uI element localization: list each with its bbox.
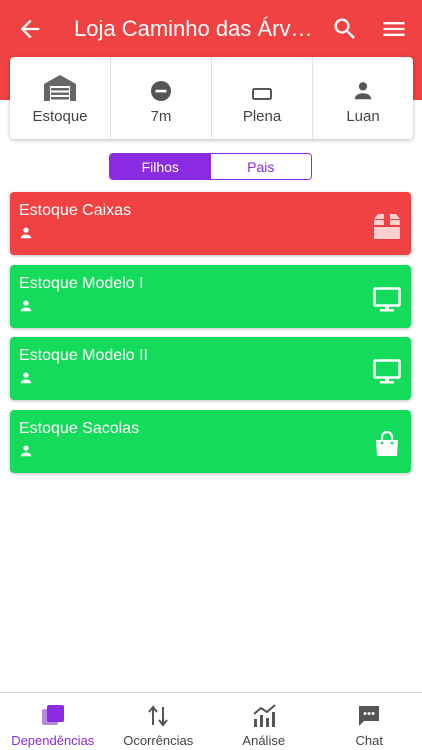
person-icon bbox=[20, 445, 32, 457]
shopping-bag-icon bbox=[376, 430, 398, 456]
person-icon bbox=[354, 81, 372, 99]
item-title: Estoque Caixas bbox=[19, 202, 132, 219]
search-icon[interactable] bbox=[331, 15, 359, 43]
monitor-icon bbox=[373, 287, 401, 312]
info-label: 7m bbox=[150, 107, 172, 125]
nav-label: Chat bbox=[355, 733, 383, 748]
nav-label: Dependências bbox=[11, 733, 95, 748]
children-parents-toggle: Filhos Pais bbox=[109, 153, 312, 180]
tab-parents[interactable]: Pais bbox=[210, 154, 311, 179]
minus-circle-icon bbox=[151, 80, 171, 101]
nav-analysis[interactable]: Análise bbox=[211, 693, 317, 750]
list-item[interactable]: Estoque Modelo II bbox=[10, 337, 411, 400]
list-item[interactable]: Estoque Modelo I bbox=[10, 265, 411, 328]
item-title: Estoque Modelo I bbox=[19, 275, 144, 292]
info-cell-user: Luan bbox=[313, 57, 413, 139]
person-icon bbox=[20, 300, 32, 312]
chat-icon bbox=[359, 706, 380, 726]
nav-occurrences[interactable]: Ocorrências bbox=[106, 693, 212, 750]
person-icon bbox=[20, 227, 32, 239]
nav-dependencies[interactable]: Dependências bbox=[0, 693, 106, 750]
layers-icon bbox=[41, 705, 64, 725]
box-icon bbox=[374, 214, 400, 239]
info-cell-status: Plena bbox=[212, 57, 313, 139]
info-label: Plena bbox=[242, 107, 282, 125]
nav-label: Análise bbox=[242, 733, 286, 748]
arrow-left-icon[interactable] bbox=[16, 15, 44, 43]
info-cell-type: Estoque bbox=[10, 57, 111, 139]
analytics-icon bbox=[253, 704, 276, 727]
list-item[interactable]: Estoque Sacolas bbox=[10, 410, 411, 473]
info-label: Luan bbox=[346, 107, 380, 125]
bottom-navigation: Dependências Ocorrências Análise Chat bbox=[0, 692, 422, 750]
hamburger-menu-icon[interactable] bbox=[380, 15, 408, 43]
tab-children[interactable]: Filhos bbox=[110, 154, 211, 179]
info-card: Estoque 7m Plena Luan bbox=[10, 57, 413, 139]
swap-vertical-icon bbox=[148, 705, 169, 727]
page-title: Loja Caminho das Árvores bbox=[74, 16, 314, 41]
warehouse-icon bbox=[44, 74, 76, 101]
nav-chat[interactable]: Chat bbox=[317, 693, 422, 750]
item-title: Estoque Sacolas bbox=[19, 420, 140, 437]
nav-label: Ocorrências bbox=[123, 733, 194, 748]
info-cell-time: 7m bbox=[111, 57, 212, 139]
person-icon bbox=[20, 372, 32, 384]
monitor-icon bbox=[373, 359, 401, 384]
rectangle-outline-icon bbox=[252, 87, 272, 100]
info-label: Estoque bbox=[32, 107, 88, 125]
list-item[interactable]: Estoque Caixas bbox=[10, 192, 411, 255]
item-title: Estoque Modelo II bbox=[19, 347, 148, 364]
